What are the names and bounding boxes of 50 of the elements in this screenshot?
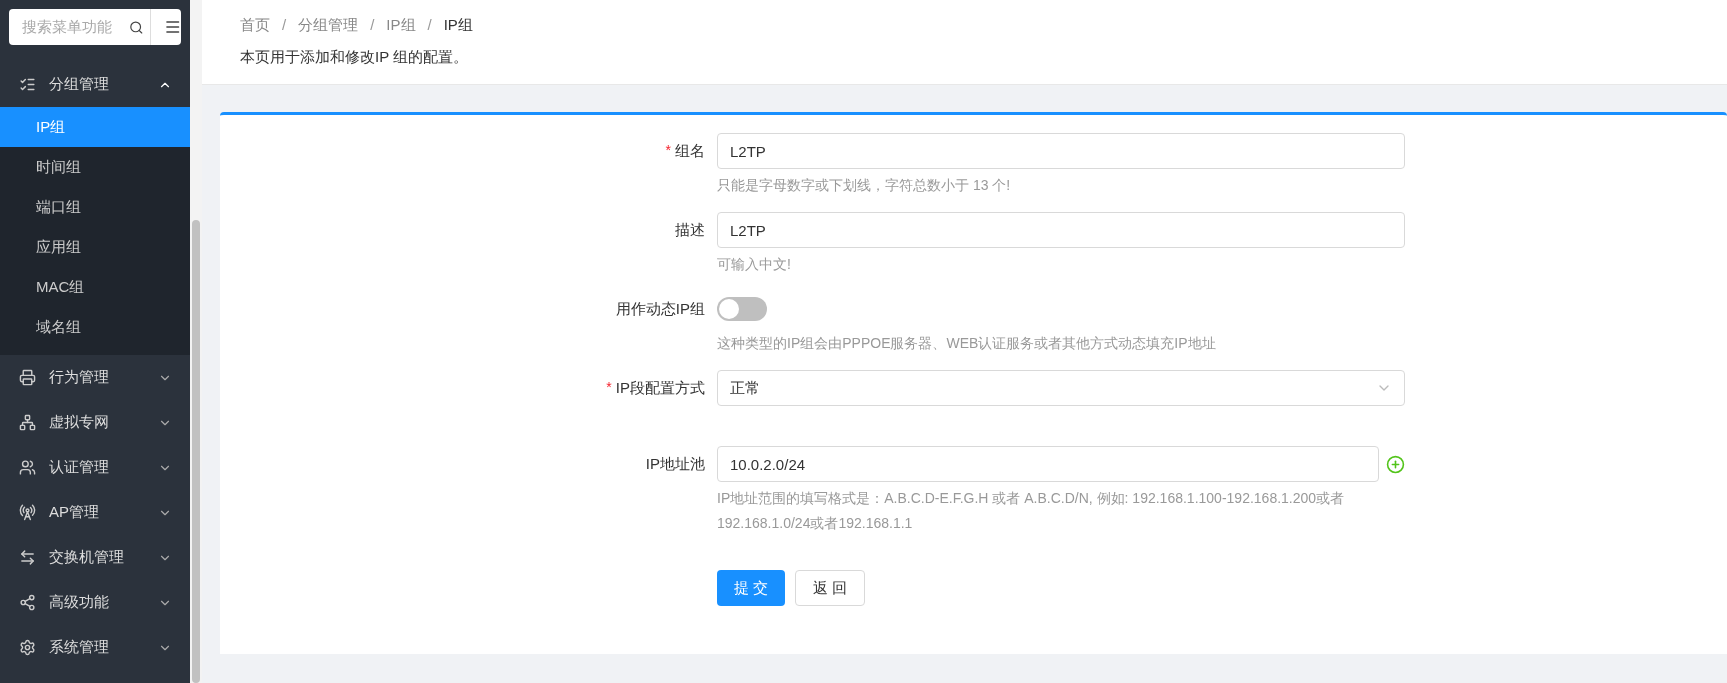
- field-label: IP地址池: [645, 454, 705, 474]
- breadcrumb-separator: /: [282, 15, 287, 35]
- required-asterisk: *: [606, 378, 612, 397]
- submenu-item[interactable]: 应用组: [0, 227, 190, 267]
- submenu-item[interactable]: MAC组: [0, 267, 190, 307]
- text-input-field[interactable]: L2TP: [717, 133, 1405, 169]
- help-text: IP地址范围的填写格式是：A.B.C.D-E.F.G.H 或者 A.B.C.D/N, 例如: 192.168.1.100-192.168.1.200或者192.168.1.0/24或者192.168.1.1: [717, 489, 1346, 533]
- toggle-switch[interactable]: [717, 297, 767, 321]
- arrows-icon: [19, 549, 36, 566]
- users-icon: [19, 459, 36, 476]
- antenna-icon: [19, 504, 36, 521]
- field-label: 用作动态IP组: [615, 299, 705, 319]
- share-icon: [19, 594, 36, 611]
- menu-icon[interactable]: [163, 18, 181, 36]
- submenu-item[interactable]: 端口组: [0, 187, 190, 227]
- text-input-field[interactable]: 10.0.2.0/24: [717, 446, 1379, 482]
- back-button[interactable]: 返 回: [795, 570, 866, 606]
- menu-item[interactable]: 认证管理: [0, 445, 190, 490]
- breadcrumb-link[interactable]: 分组管理: [298, 14, 359, 37]
- menu-item[interactable]: 分组管理: [0, 62, 190, 107]
- breadcrumb-link[interactable]: IP组: [386, 14, 416, 37]
- search-input[interactable]: 搜索菜单功能: [22, 15, 127, 39]
- search-field[interactable]: 搜索菜单功能: [9, 9, 181, 45]
- submenu-item[interactable]: 域名组: [0, 307, 190, 347]
- search-icon: [129, 19, 144, 35]
- network-icon: [19, 414, 36, 431]
- submenu-item[interactable]: 时间组: [0, 147, 190, 187]
- menu-item[interactable]: 高级功能: [0, 580, 190, 625]
- breadcrumb-link[interactable]: 首页: [240, 14, 270, 37]
- select-field[interactable]: 正常: [717, 370, 1405, 406]
- settings-icon: [19, 639, 36, 656]
- printer-icon: [19, 369, 36, 386]
- menu-item[interactable]: 虚拟专网: [0, 400, 190, 445]
- breadcrumb-separator: /: [370, 15, 375, 35]
- help-text: 这种类型的IP组会由PPPOE服务器、WEB认证服务或者其他方式动态填充IP地址: [717, 334, 1217, 353]
- add-icon[interactable]: [1386, 454, 1405, 474]
- text-input-field[interactable]: L2TP: [717, 212, 1405, 248]
- field-label: IP段配置方式: [615, 378, 705, 398]
- page-description: 本页用于添加和修改IP 组的配置。: [240, 46, 470, 67]
- menu-item[interactable]: 交换机管理: [0, 535, 190, 580]
- field-label: 描述: [675, 220, 705, 240]
- help-text: 可输入中文!: [717, 255, 792, 274]
- breadcrumb-separator: /: [427, 15, 432, 35]
- menu-item[interactable]: AP管理: [0, 490, 190, 535]
- required-asterisk: *: [665, 141, 671, 160]
- menu-item[interactable]: 行为管理: [0, 355, 190, 400]
- menu-item[interactable]: 系统管理: [0, 625, 190, 670]
- checklist-icon: [19, 76, 36, 93]
- field-label: 组名: [675, 141, 705, 161]
- help-text: 只能是字母数字或下划线，字符总数小于 13 个!: [717, 176, 1012, 195]
